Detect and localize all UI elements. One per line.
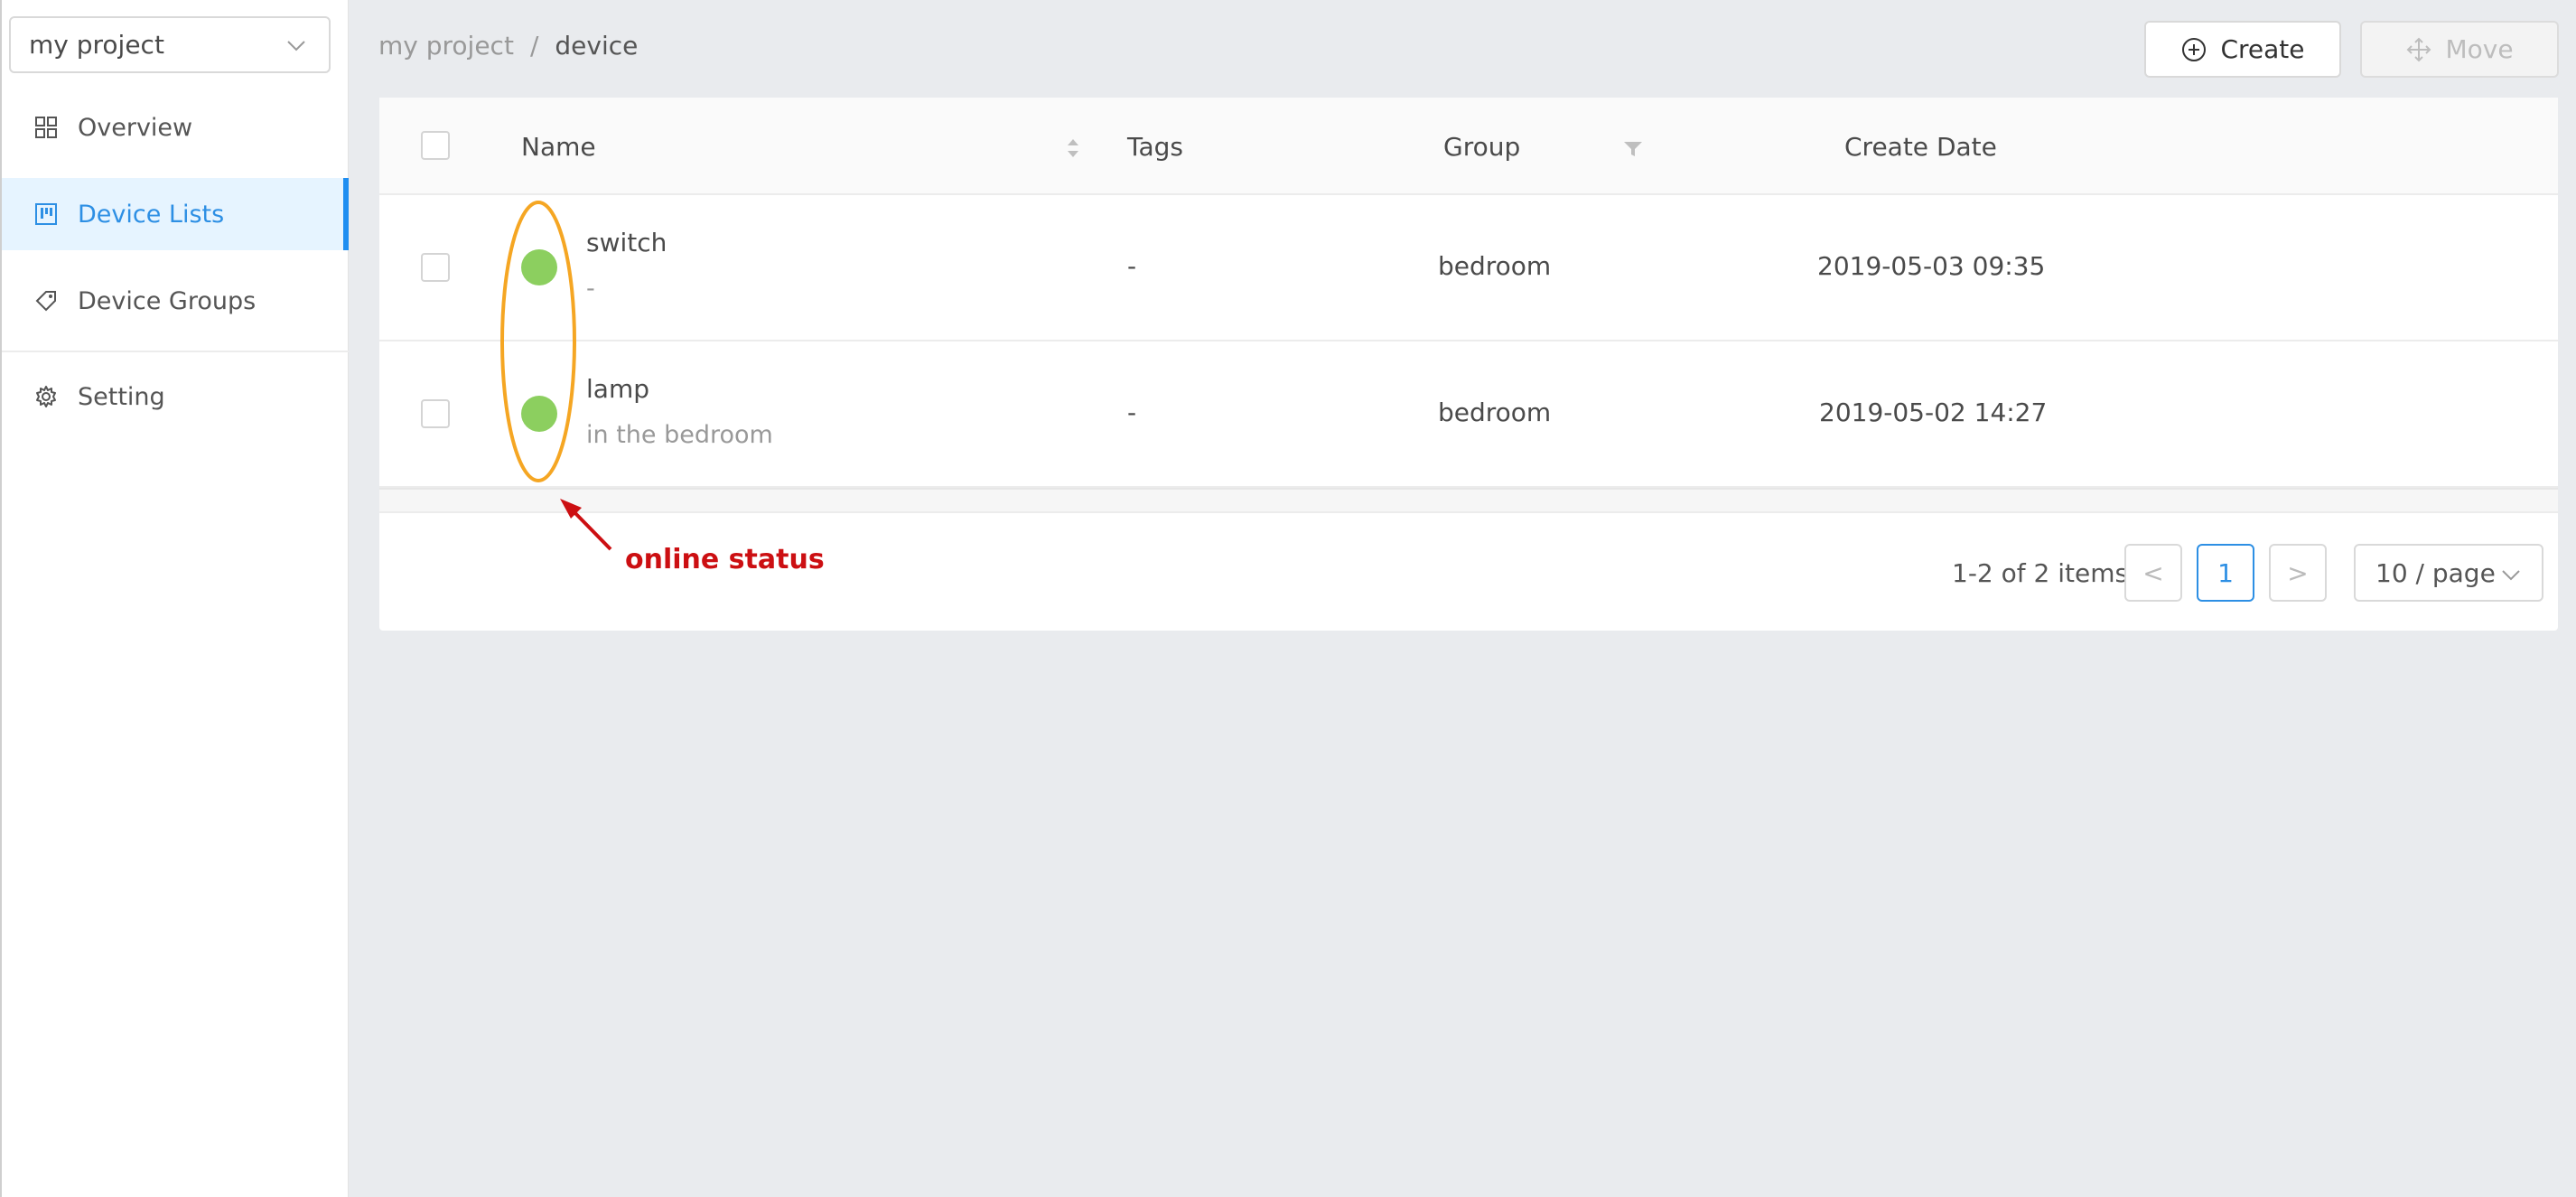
sidebar: my project Overview Device Lists Device …: [0, 0, 349, 1197]
device-tags: -: [1127, 397, 1137, 427]
create-button-label: Create: [2220, 34, 2305, 64]
column-header-name[interactable]: Name: [521, 132, 596, 162]
chevron-down-icon: [2502, 570, 2520, 581]
column-header-group: Group: [1443, 132, 1521, 162]
sidebar-item-device-groups[interactable]: Device Groups: [2, 265, 349, 337]
move-button-label: Move: [2445, 34, 2514, 64]
sidebar-item-device-lists[interactable]: Device Lists: [2, 178, 349, 250]
page-number: 1: [2217, 557, 2234, 588]
device-group: bedroom: [1438, 397, 1552, 427]
sidebar-item-label: Device Lists: [78, 200, 225, 229]
breadcrumb: my project / device: [378, 31, 638, 61]
device-tags: -: [1127, 251, 1137, 281]
device-name[interactable]: switch: [586, 228, 667, 257]
breadcrumb-separator: /: [529, 31, 539, 61]
project-select[interactable]: my project: [9, 16, 331, 73]
online-status-dot: [521, 396, 557, 432]
prev-page-button[interactable]: <: [2124, 544, 2182, 602]
next-page-button[interactable]: >: [2269, 544, 2327, 602]
breadcrumb-project[interactable]: my project: [378, 31, 514, 61]
pagination-total: 1-2 of 2 items: [1952, 558, 2129, 588]
breadcrumb-current: device: [555, 31, 639, 61]
plus-circle-icon: [2180, 36, 2207, 63]
column-header-tags: Tags: [1127, 132, 1183, 162]
online-status-dot: [521, 249, 557, 285]
column-header-create-date: Create Date: [1844, 132, 1997, 162]
move-arrows-icon: [2405, 36, 2432, 63]
device-create-date: 2019-05-02 14:27: [1819, 397, 2048, 427]
grid-icon: [33, 114, 60, 141]
row-checkbox[interactable]: [421, 253, 450, 282]
sidebar-item-label: Overview: [78, 113, 193, 142]
sort-icon[interactable]: [1064, 134, 1082, 163]
chevron-left-icon: <: [2142, 557, 2164, 588]
device-name[interactable]: lamp: [586, 374, 649, 404]
page-size-value: 10 / page: [2375, 557, 2496, 588]
sidebar-divider: [2, 351, 349, 352]
project-select-value: my project: [29, 30, 164, 60]
device-group: bedroom: [1438, 251, 1552, 281]
row-checkbox[interactable]: [421, 399, 450, 428]
horizontal-scrollbar[interactable]: [379, 488, 2558, 513]
device-description: in the bedroom: [586, 421, 773, 449]
move-button[interactable]: Move: [2360, 21, 2559, 78]
select-all-checkbox[interactable]: [421, 131, 450, 160]
sidebar-item-overview[interactable]: Overview: [2, 91, 349, 164]
gear-icon: [33, 383, 60, 410]
page-1-button[interactable]: 1: [2197, 544, 2254, 602]
table-header: Name Tags Group Create Date: [379, 98, 2558, 195]
tag-icon: [33, 287, 60, 314]
board-icon: [33, 201, 60, 228]
table-row[interactable]: lamp in the bedroom - bedroom 2019-05-02…: [379, 341, 2558, 488]
chevron-down-icon: [287, 41, 305, 51]
create-button[interactable]: Create: [2144, 21, 2341, 78]
device-create-date: 2019-05-03 09:35: [1817, 251, 2046, 281]
app-window: my project Overview Device Lists Device …: [0, 0, 2576, 1197]
filter-icon[interactable]: [1622, 137, 1644, 159]
page-size-select[interactable]: 10 / page: [2354, 544, 2543, 602]
sidebar-item-label: Setting: [78, 382, 165, 411]
annotation-label: online status: [625, 544, 825, 575]
chevron-right-icon: >: [2287, 557, 2309, 588]
table-row[interactable]: switch - - bedroom 2019-05-03 09:35: [379, 195, 2558, 341]
sidebar-item-label: Device Groups: [78, 286, 257, 315]
device-description: -: [586, 275, 595, 303]
sidebar-item-setting[interactable]: Setting: [2, 360, 349, 433]
